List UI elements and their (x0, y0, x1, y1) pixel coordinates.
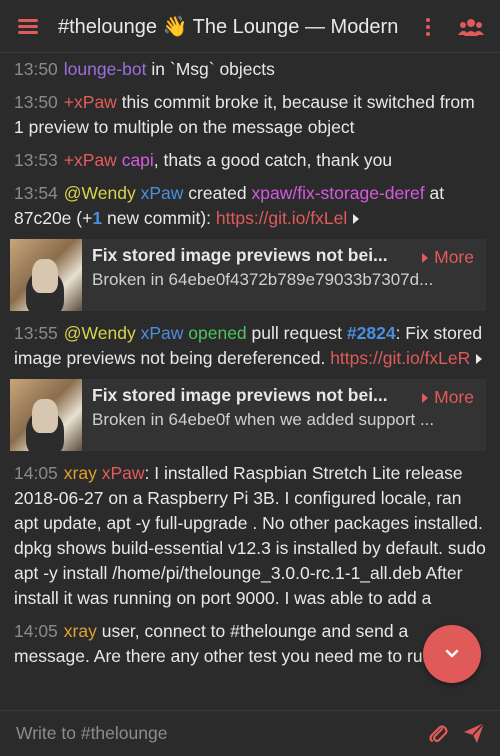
verb: created (188, 183, 247, 203)
mention-nick[interactable]: capi (122, 150, 154, 170)
message-row: 13:50 lounge-bot in `Msg` objects (0, 53, 500, 86)
more-label: More (434, 387, 474, 407)
nick[interactable]: @Wendy (64, 323, 136, 343)
timestamp: 13:54 (14, 183, 58, 203)
nick[interactable]: @Wendy (64, 183, 136, 203)
channel-title: #thelounge 👋 The Lounge — Modern (58, 14, 398, 39)
message-text: , thats a good catch, thank you (153, 150, 393, 170)
nick[interactable]: xray (64, 621, 97, 641)
timestamp: 14:05 (14, 463, 58, 483)
timestamp: 13:50 (14, 92, 58, 112)
commit-link[interactable]: https://git.io/fxLel (216, 208, 347, 228)
message-row: 13:53 +xPaw capi, thats a good catch, tha… (0, 144, 500, 177)
paren-open: (+ (76, 208, 93, 228)
pr-link[interactable]: https://git.io/fxLeR (330, 348, 470, 368)
preview-more-button[interactable]: More (422, 387, 474, 408)
more-arrow-icon (422, 393, 429, 404)
timestamp: 13:50 (14, 59, 58, 79)
actor-nick[interactable]: xPaw (141, 183, 184, 203)
preview-description: Broken in 64ebe0f4372b789e79033b7307d... (92, 270, 434, 289)
timestamp: 14:05 (14, 621, 58, 641)
actor-nick[interactable]: xPaw (141, 323, 184, 343)
at-word: at (429, 183, 445, 203)
expand-preview-icon[interactable] (353, 214, 360, 225)
send-icon[interactable] (463, 722, 485, 749)
channel-name: #thelounge (58, 16, 157, 38)
timestamp: 13:55 (14, 323, 58, 343)
preview-thumbnail[interactable] (10, 239, 82, 311)
pr-number[interactable]: #2824 (347, 323, 396, 343)
nick[interactable]: +xPaw (64, 150, 117, 170)
more-arrow-icon (422, 253, 429, 264)
mention-nick[interactable]: xPaw (102, 463, 145, 483)
message-row: 13:55 @Wendy xPaw opened pull request #28… (0, 317, 500, 375)
users-icon[interactable] (458, 18, 484, 41)
message-row: 14:05 xray xPaw: I installed Raspbian Str… (0, 457, 500, 615)
more-label: More (434, 247, 474, 267)
preview-title[interactable]: Fix stored image previews not bei... (92, 245, 402, 266)
expand-preview-icon[interactable] (476, 354, 483, 365)
chevron-down-icon (445, 649, 459, 658)
preview-thumbnail[interactable] (10, 379, 82, 451)
message-text: in `Msg` objects (151, 59, 275, 79)
nick[interactable]: lounge-bot (64, 59, 147, 79)
commit-rest: new commit): (106, 208, 212, 228)
message-row: 13:54 @Wendy xPaw created xpaw/fix-storag… (0, 177, 500, 235)
composer: Write to #thelounge (0, 710, 500, 756)
link-preview[interactable]: Fix stored image previews not bei... Bro… (10, 239, 486, 311)
preview-more-button[interactable]: More (422, 247, 474, 268)
link-preview[interactable]: Fix stored image previews not bei... Bro… (10, 379, 486, 451)
scroll-to-bottom-button[interactable] (423, 625, 481, 683)
preview-title[interactable]: Fix stored image previews not bei... (92, 385, 402, 406)
message-text: : I installed Raspbian Stretch Lite rele… (14, 463, 486, 608)
more-options-icon[interactable] (424, 16, 432, 38)
timestamp: 13:53 (14, 150, 58, 170)
message-list[interactable]: 13:50 lounge-bot in `Msg` objects 13:50 +x… (0, 53, 500, 705)
wave-emoji: 👋 (162, 16, 188, 38)
pr-prefix: pull request (251, 323, 343, 343)
verb: opened (188, 323, 247, 343)
message-row: 13:50 +xPaw this commit broke it, because… (0, 86, 500, 144)
nick[interactable]: +xPaw (64, 92, 117, 112)
channel-header: #thelounge 👋 The Lounge — Modern (0, 0, 500, 53)
nick[interactable]: xray (64, 463, 97, 483)
branch-name: xpaw/fix-storage-deref (251, 183, 425, 203)
commit-hash: 87c20e (14, 208, 72, 228)
paperclip-icon[interactable] (428, 723, 448, 750)
preview-description: Broken in 64ebe0f when we added support … (92, 410, 435, 429)
hamburger-menu-icon[interactable] (18, 16, 38, 36)
channel-topic: The Lounge — Modern (192, 16, 399, 38)
commit-count: 1 (92, 208, 103, 228)
